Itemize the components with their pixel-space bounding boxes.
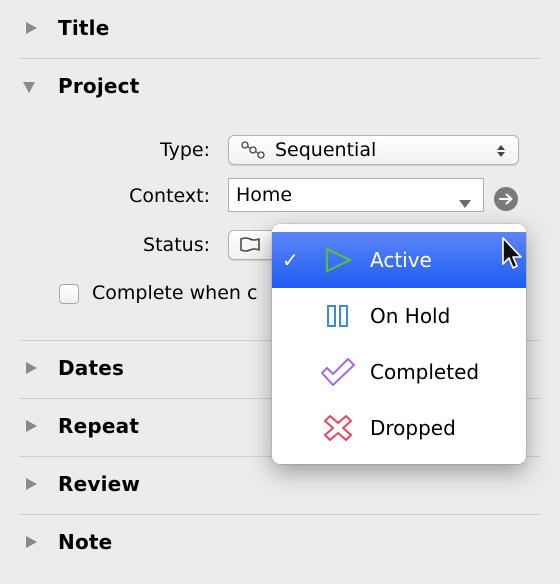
section-project-label: Project — [58, 74, 140, 98]
status-menu-item-completed[interactable]: Completed — [272, 344, 526, 400]
context-combo-box[interactable]: Home — [228, 178, 484, 212]
section-review-label: Review — [58, 472, 141, 496]
section-dates-label: Dates — [58, 356, 125, 380]
disclosure-triangle-collapsed-icon[interactable] — [20, 19, 38, 37]
section-note-label: Note — [58, 530, 113, 554]
complete-when-done-label: Complete when c — [92, 282, 258, 304]
status-menu-item-active[interactable]: ✓ Active — [272, 232, 526, 288]
disclosure-triangle-expanded-icon[interactable] — [20, 77, 38, 95]
disclosure-triangle-collapsed-icon[interactable] — [20, 475, 38, 493]
status-menu: ✓ Active On Hold Completed Dropped — [272, 224, 526, 464]
pause-icon — [320, 302, 356, 330]
up-down-arrows-icon — [496, 142, 506, 158]
section-repeat-header[interactable]: Repeat — [20, 406, 139, 446]
status-menu-item-dropped[interactable]: Dropped — [272, 400, 526, 456]
checkmark-icon — [320, 358, 356, 386]
disclosure-triangle-collapsed-icon[interactable] — [20, 417, 38, 435]
type-label: Type: — [159, 139, 210, 161]
disclosure-triangle-collapsed-icon[interactable] — [20, 533, 38, 551]
status-menu-item-label: Active — [370, 248, 432, 272]
section-project-header[interactable]: Project — [20, 66, 140, 106]
section-title-label: Title — [58, 16, 110, 40]
divider — [20, 514, 540, 515]
section-repeat-label: Repeat — [58, 414, 140, 438]
type-popup-button[interactable]: Sequential — [228, 135, 519, 165]
status-menu-item-label: Dropped — [370, 416, 456, 440]
dropdown-arrow-icon[interactable] — [459, 192, 471, 208]
section-dates-header[interactable]: Dates — [20, 348, 124, 388]
divider — [20, 58, 540, 59]
section-review-header[interactable]: Review — [20, 464, 140, 504]
section-note-header[interactable]: Note — [20, 522, 112, 562]
status-menu-item-label: Completed — [370, 360, 480, 384]
disclosure-triangle-collapsed-icon[interactable] — [20, 359, 38, 377]
context-value: Home — [236, 184, 293, 206]
x-icon — [320, 414, 356, 442]
section-title-header[interactable]: Title — [20, 8, 109, 48]
complete-when-done-checkbox[interactable] — [59, 284, 79, 304]
play-icon — [320, 246, 356, 274]
flag-icon — [239, 236, 263, 254]
go-to-context-arrow-icon[interactable] — [493, 186, 519, 212]
type-value: Sequential — [275, 139, 377, 161]
mouse-cursor-icon — [501, 236, 527, 274]
status-label: Status: — [143, 234, 210, 256]
status-menu-item-label: On Hold — [370, 304, 451, 328]
checkmark-selected-icon: ✓ — [282, 248, 299, 272]
status-menu-item-on-hold[interactable]: On Hold — [272, 288, 526, 344]
sequential-icon — [239, 139, 279, 161]
context-label: Context: — [129, 185, 210, 207]
